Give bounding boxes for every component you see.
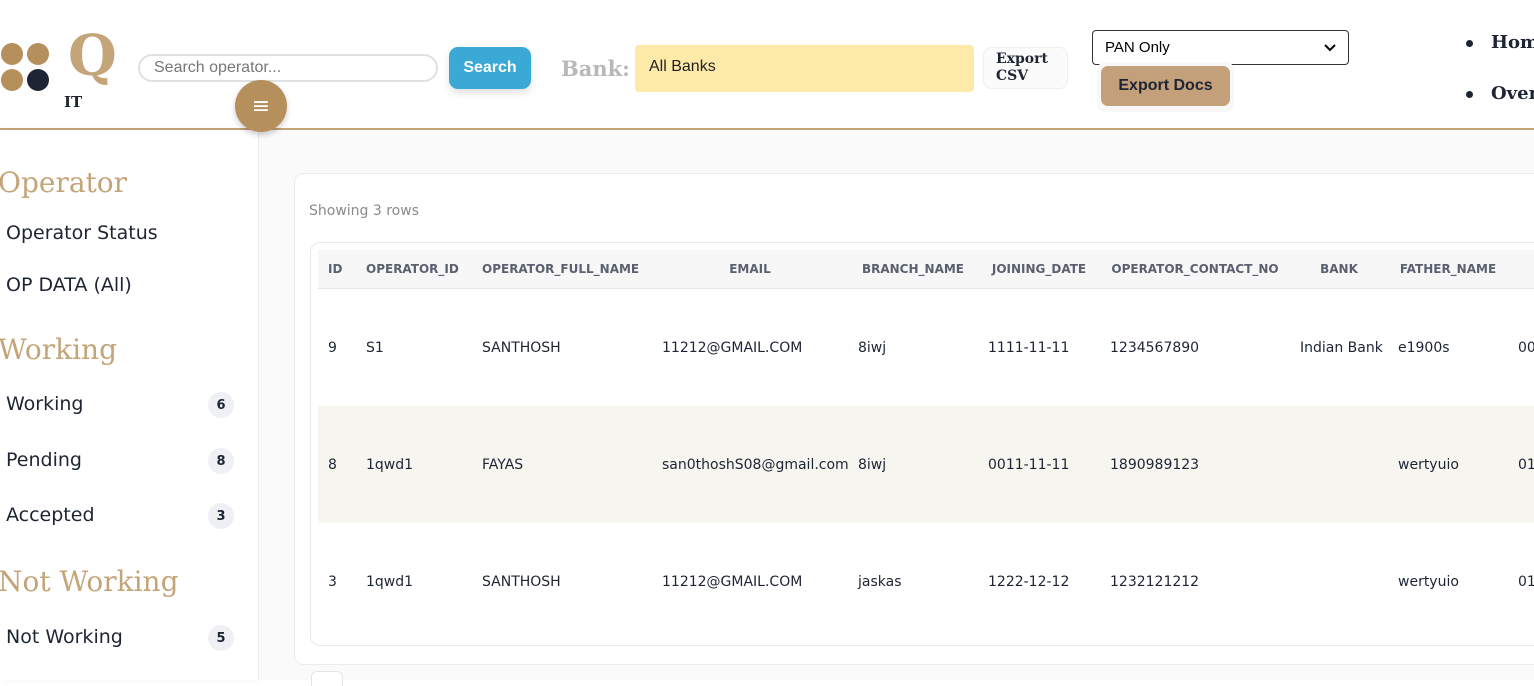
row-count-text: Showing 3 rows — [309, 203, 419, 219]
cell-joining-date: 1222-12-12 — [988, 573, 1070, 590]
cell-extra: 01 — [1518, 573, 1534, 590]
column-header-operator-contact-no[interactable]: OPERATOR_CONTACT_NO — [1100, 250, 1290, 289]
bank-filter-select[interactable]: All Banks — [635, 45, 974, 92]
bullet-icon — [1466, 39, 1473, 47]
cell-email: 11212@GMAIL.COM — [662, 573, 803, 590]
cell-extra: 01 — [1508, 406, 1534, 523]
main-content: Showing 3 rows ID OPERATOR_ID OPERATOR_F… — [259, 130, 1534, 686]
table-row[interactable]: 9 S1 SANTHOSH 11212@GMAIL.COM 8iwj 1111-… — [318, 289, 1534, 407]
cell-email: san0thoshS08@gmail.com — [652, 406, 848, 523]
cell-joining-date: 0011-11-11 — [978, 406, 1100, 523]
cell-full-name: FAYAS — [472, 406, 652, 523]
cell-id: 9 — [328, 339, 337, 356]
sidebar-section-not-working: Not Working — [0, 565, 179, 598]
logo-dot — [1, 69, 23, 91]
column-header-id[interactable]: ID — [318, 250, 356, 289]
sidebar-item-label: Not Working — [6, 626, 123, 648]
sidebar-item-not-working[interactable]: Not Working 5 — [6, 623, 236, 653]
column-header-extra[interactable] — [1508, 250, 1534, 289]
column-header-operator-id[interactable]: OPERATOR_ID — [356, 250, 472, 289]
sidebar-item-pending[interactable]: Pending 8 — [6, 446, 236, 476]
column-header-father-name[interactable]: FATHER_NAME — [1388, 250, 1508, 289]
cell-joining-date: 1111-11-11 — [988, 339, 1070, 356]
column-header-bank[interactable]: BANK — [1290, 250, 1388, 289]
sidebar-section-operator: Operator — [0, 166, 128, 199]
logo-subtitle: IT — [64, 93, 83, 111]
cell-father-name: wertyuio — [1398, 573, 1459, 590]
cell-father-name: e1900s — [1398, 339, 1450, 356]
sidebar-item-label: Operator Status — [6, 222, 158, 244]
cell-bank: Indian Bank — [1300, 339, 1383, 356]
cell-branch: 8iwj — [848, 406, 978, 523]
column-header-joining-date[interactable]: JOINING_DATE — [978, 250, 1100, 289]
brand-logo[interactable]: Q IT — [0, 28, 117, 112]
sidebar-item-label: Working — [6, 393, 84, 415]
sidebar: Operator Operator Status OP DATA (All) W… — [0, 130, 259, 680]
chevron-down-icon — [1324, 41, 1336, 55]
export-docs-container: Export Docs — [1097, 62, 1234, 112]
table-row[interactable]: 8 1qwd1 FAYAS san0thoshS08@gmail.com 8iw… — [318, 406, 1534, 523]
top-header: Q IT Search Bank: All Banks Export CSV P… — [0, 0, 1534, 130]
export-type-value: PAN Only — [1105, 39, 1170, 56]
cell-contact: 1890989123 — [1100, 406, 1290, 523]
cell-id: 8 — [318, 406, 356, 523]
count-badge: 5 — [208, 625, 234, 651]
sidebar-item-working[interactable]: Working 6 — [6, 390, 236, 420]
export-docs-button[interactable]: Export Docs — [1101, 66, 1230, 106]
export-type-select[interactable]: PAN Only — [1092, 30, 1349, 65]
operator-table: ID OPERATOR_ID OPERATOR_FULL_NAME EMAIL … — [318, 250, 1534, 640]
column-header-operator-full-name[interactable]: OPERATOR_FULL_NAME — [472, 250, 652, 289]
nav-home-label: Hom — [1491, 32, 1534, 53]
cell-extra: 00 — [1518, 339, 1534, 356]
sidebar-item-label: Pending — [6, 449, 82, 471]
sidebar-item-label: OP DATA (All) — [6, 274, 132, 296]
sidebar-item-label: Accepted — [6, 504, 95, 526]
menu-toggle-button[interactable]: ≡ — [235, 80, 287, 132]
column-header-branch-name[interactable]: BRANCH_NAME — [848, 250, 978, 289]
cell-operator-id: 1qwd1 — [366, 573, 414, 590]
cell-operator-id: 1qwd1 — [356, 406, 472, 523]
sidebar-section-working: Working — [0, 333, 117, 366]
search-input[interactable] — [138, 54, 438, 82]
cell-bank — [1290, 406, 1388, 523]
table-header-row: ID OPERATOR_ID OPERATOR_FULL_NAME EMAIL … — [318, 250, 1534, 289]
search-button[interactable]: Search — [449, 47, 531, 89]
count-badge: 6 — [208, 392, 234, 418]
logo-dot — [27, 43, 49, 65]
nav-overview-label: Over — [1491, 83, 1534, 104]
cell-full-name: SANTHOSH — [482, 339, 561, 356]
count-badge: 8 — [208, 448, 234, 474]
logo-dot — [27, 69, 49, 91]
logo-dot — [1, 43, 23, 65]
count-badge: 3 — [208, 503, 234, 529]
bullet-icon — [1466, 90, 1473, 98]
nav-item-home[interactable]: Hom — [1466, 32, 1534, 53]
table-row[interactable]: 3 1qwd1 SANTHOSH 11212@GMAIL.COM jaskas … — [318, 523, 1534, 640]
cell-operator-id: S1 — [366, 339, 384, 356]
export-csv-button[interactable]: Export CSV — [983, 47, 1068, 89]
cell-bank — [1290, 523, 1388, 640]
cell-email: 11212@GMAIL.COM — [662, 339, 803, 356]
cell-full-name: SANTHOSH — [482, 573, 561, 590]
sidebar-item-op-data-all[interactable]: OP DATA (All) — [6, 271, 236, 301]
cell-branch: 8iwj — [858, 339, 887, 356]
bank-label: Bank: — [561, 56, 630, 81]
cell-id: 3 — [328, 573, 337, 590]
column-header-email[interactable]: EMAIL — [652, 250, 848, 289]
cell-branch: jaskas — [858, 573, 902, 590]
data-card: Showing 3 rows ID OPERATOR_ID OPERATOR_F… — [294, 173, 1534, 665]
table-container[interactable]: ID OPERATOR_ID OPERATOR_FULL_NAME EMAIL … — [310, 242, 1534, 646]
sidebar-item-operator-status[interactable]: Operator Status — [6, 219, 236, 249]
logo-letter: Q — [68, 23, 117, 89]
nav-item-overview[interactable]: Over — [1466, 83, 1534, 104]
hamburger-icon: ≡ — [251, 93, 271, 119]
pagination-button[interactable] — [311, 671, 343, 686]
cell-contact: 1232121212 — [1110, 573, 1200, 590]
cell-contact: 1234567890 — [1110, 339, 1200, 356]
sidebar-item-accepted[interactable]: Accepted 3 — [6, 501, 236, 531]
cell-father-name: wertyuio — [1388, 406, 1508, 523]
